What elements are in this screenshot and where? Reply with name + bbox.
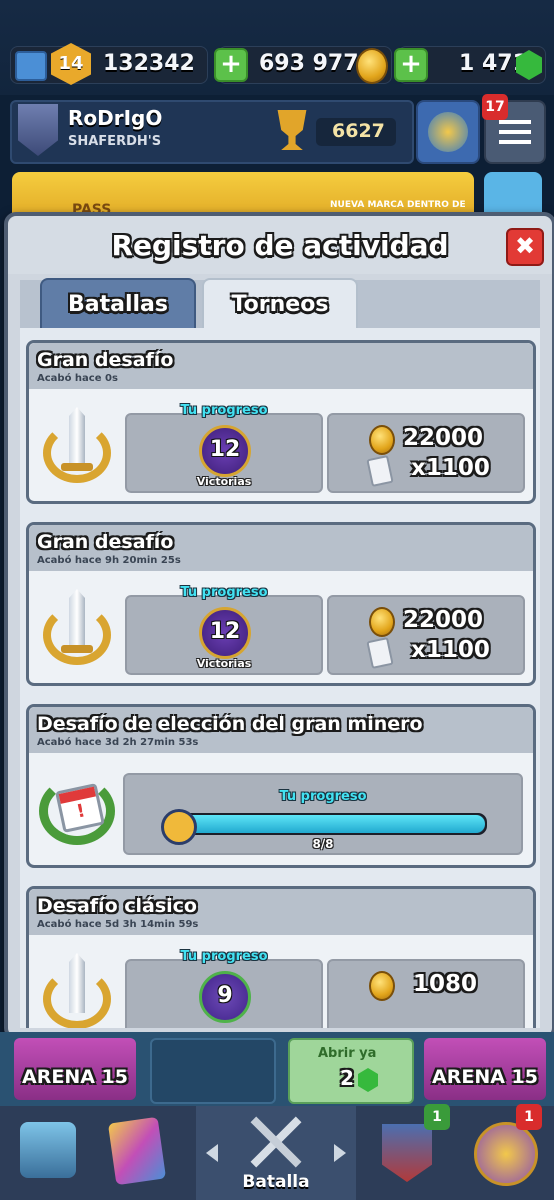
- gold-coin-icon: [369, 425, 395, 455]
- tab-batallas[interactable]: Batallas: [40, 278, 196, 332]
- crown-medal-icon: [474, 1122, 538, 1186]
- menu-notification-badge: 17: [482, 94, 508, 120]
- trophy-chip: 6627: [316, 118, 396, 146]
- wins-label: Victorias: [196, 475, 252, 488]
- level-badge: 14: [51, 43, 91, 85]
- entry-title: Desafío de elección del gran minero: [37, 713, 423, 735]
- add-gold-button[interactable]: +: [214, 48, 248, 82]
- clan-shield-icon: [382, 1124, 432, 1182]
- tab-torneos[interactable]: Torneos: [202, 278, 358, 332]
- entry-title: Desafío clásico: [37, 895, 197, 917]
- progress-bar-fill: [175, 815, 485, 833]
- progress-value: 8/8: [312, 837, 334, 851]
- wins-count: 12: [209, 619, 241, 644]
- progress-panel: Tu progreso 12 Victorias: [125, 403, 323, 493]
- gem-icon: [358, 1068, 378, 1092]
- top-bar: 14 132342 693 977 + 1 471 +: [0, 0, 554, 95]
- nav-battle-label: Batalla: [242, 1172, 310, 1192]
- chevron-right-icon: [334, 1144, 346, 1162]
- entry-ended-time: Acabó hace 5d 3h 14min 59s: [37, 919, 199, 930]
- tournament-entry: Desafío clásico Acabó hace 5d 3h 14min 5…: [26, 886, 536, 1028]
- sword-laurel-icon: [39, 949, 115, 1028]
- chest-slot-left[interactable]: ARENA 15: [14, 1038, 136, 1100]
- reward-panel: 22000 x1100: [327, 595, 525, 675]
- chest-slot-open-now[interactable]: Abrir ya 2: [288, 1038, 414, 1104]
- level-value: 14: [58, 53, 84, 74]
- crossed-swords-icon: [244, 1110, 308, 1174]
- profile-button[interactable]: [416, 100, 480, 164]
- reward-gold: 22000: [403, 425, 484, 451]
- chest-slot-empty: [150, 1038, 276, 1104]
- sword-laurel-icon: [39, 403, 115, 487]
- events-notification-badge: 1: [516, 1104, 542, 1130]
- tournament-entry: Gran desafío Acabó hace 0s Tu progreso 1…: [26, 340, 536, 504]
- tournament-entry: Desafío de elección del gran minero Acab…: [26, 704, 536, 868]
- card-icon: [366, 455, 394, 487]
- reward-gold: 22000: [403, 607, 484, 633]
- clan-name: SHAFERDH'S: [68, 134, 162, 149]
- shop-chest-icon: [20, 1122, 76, 1178]
- progress-panel: Tu progreso 12 Victorias: [125, 585, 323, 675]
- chest-arena-label: ARENA 15: [432, 1066, 538, 1088]
- arena-shield-icon: [18, 104, 58, 156]
- player-panel[interactable]: RoDrIgO SHAFERDH'S 6627: [10, 100, 414, 164]
- wins-count: 9: [217, 983, 233, 1008]
- experience-chip[interactable]: 14 132342: [10, 43, 208, 85]
- gold-value: 693 977: [259, 51, 359, 76]
- gold-coin-icon: [369, 971, 395, 1001]
- cards-icon: [107, 1116, 167, 1186]
- calendar-laurel-icon: !: [37, 769, 117, 849]
- wins-badge: 12: [199, 607, 251, 659]
- tournament-list[interactable]: Gran desafío Acabó hace 0s Tu progreso 1…: [20, 328, 540, 1028]
- menu-icon-middle: [499, 130, 531, 134]
- wins-label: Victorias: [196, 657, 252, 670]
- gold-coin-icon: [369, 607, 395, 637]
- open-now-label: Abrir ya: [318, 1046, 377, 1061]
- profile-crown-icon: [428, 112, 468, 152]
- modal-title: Registro de actividad: [111, 229, 449, 262]
- chevron-left-icon: [206, 1144, 218, 1162]
- reward-gold: 1080: [413, 971, 478, 997]
- progress-label: Tu progreso: [180, 949, 268, 964]
- gold-coin-icon: [356, 48, 388, 84]
- reward-cards: x1100: [411, 637, 490, 663]
- entry-ended-time: Acabó hace 9h 20min 25s: [37, 555, 181, 566]
- entry-ended-time: Acabó hace 0s: [37, 373, 118, 384]
- add-gems-button[interactable]: +: [394, 48, 428, 82]
- crown-icon: [15, 51, 47, 81]
- progress-bar: [173, 813, 487, 835]
- player-name: RoDrIgO: [68, 106, 163, 130]
- trophy-icon: [277, 110, 307, 150]
- card-icon: [366, 637, 394, 669]
- progress-label: Tu progreso: [279, 789, 367, 804]
- wins-badge: 9: [199, 971, 251, 1023]
- progress-label: Tu progreso: [180, 403, 268, 418]
- nav-shop[interactable]: [0, 1106, 96, 1200]
- reward-cards: x1100: [411, 455, 490, 481]
- chest-arena-label: ARENA 15: [22, 1066, 128, 1088]
- progress-label: Tu progreso: [180, 585, 268, 600]
- entry-title: Gran desafío: [37, 349, 174, 371]
- activity-log-modal: Registro de actividad ✖ Batallas Torneos…: [4, 212, 554, 1040]
- nav-cards[interactable]: [96, 1106, 196, 1200]
- progress-panel: Tu progreso 9: [125, 949, 323, 1028]
- tournament-entry: Gran desafío Acabó hace 9h 20min 25s Tu …: [26, 522, 536, 686]
- sword-laurel-icon: [39, 585, 115, 669]
- clan-notification-badge: 1: [424, 1104, 450, 1130]
- reward-panel: 1080: [327, 959, 525, 1028]
- wins-count: 12: [209, 437, 241, 462]
- reward-panel: 22000 x1100: [327, 413, 525, 493]
- trophy-count: 6627: [332, 120, 385, 142]
- entry-title: Gran desafío: [37, 531, 174, 553]
- chest-slot-right[interactable]: ARENA 15: [424, 1038, 546, 1100]
- progress-panel: Tu progreso 8/8: [123, 773, 523, 855]
- close-button[interactable]: ✖: [506, 228, 544, 266]
- open-cost: 2: [340, 1066, 354, 1090]
- experience-value: 132342: [103, 51, 195, 76]
- entry-ended-time: Acabó hace 3d 2h 27min 53s: [37, 737, 199, 748]
- banner-right-text: NUEVA MARCA DENTRO DE: [330, 200, 466, 210]
- wins-badge: 12: [199, 425, 251, 477]
- nav-battle[interactable]: Batalla: [196, 1106, 356, 1200]
